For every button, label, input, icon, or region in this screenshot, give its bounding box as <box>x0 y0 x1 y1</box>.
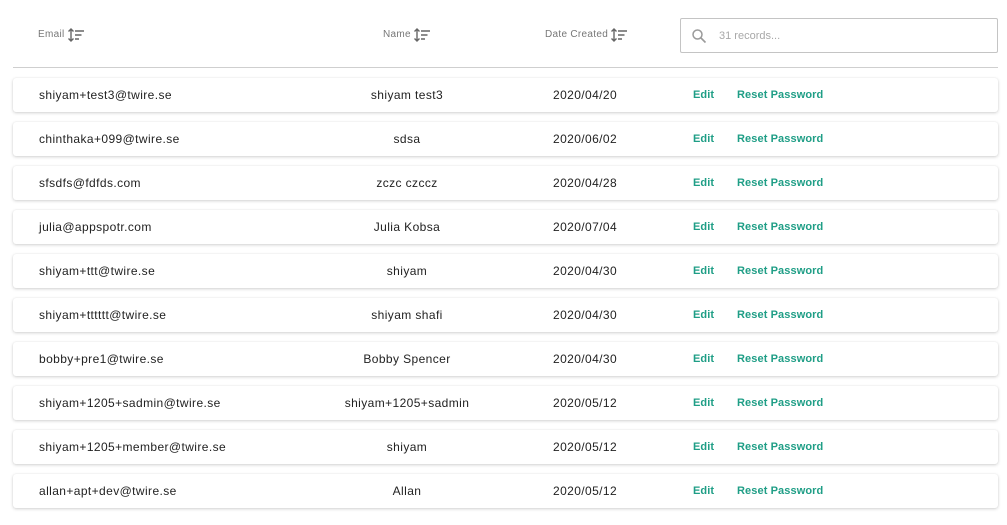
column-header-name[interactable]: Name <box>383 24 431 46</box>
cell-name: shiyam shafi <box>371 308 443 322</box>
cell-name: shiyam+1205+sadmin <box>344 396 470 410</box>
cell-date-created: 2020/05/12 <box>553 440 618 454</box>
edit-button[interactable]: Edit <box>693 166 714 200</box>
reset-password-button[interactable]: Reset Password <box>737 254 823 288</box>
table-row: shiyam+1205+member@twire.se shiyam 2020/05… <box>13 430 998 464</box>
table-row: bobby+pre1@twire.se Bobby Spencer 2020/04/… <box>13 342 998 376</box>
edit-button[interactable]: Edit <box>693 386 714 420</box>
cell-email: shiyam+tttttt@twire.se <box>39 308 167 322</box>
column-header-date-created-label: Date Created <box>545 29 609 40</box>
edit-button[interactable]: Edit <box>693 430 714 464</box>
cell-date-created: 2020/07/04 <box>553 220 618 234</box>
column-header-email[interactable]: Email <box>38 24 85 46</box>
table-row: sfsdfs@fdfds.com zczc czccz 2020/04/28 Edit… <box>13 166 998 200</box>
cell-name: shiyam <box>386 440 428 454</box>
reset-password-button[interactable]: Reset Password <box>737 474 823 508</box>
sort-icon[interactable] <box>413 27 431 43</box>
cell-email: shiyam+1205+member@twire.se <box>39 440 227 454</box>
sort-icon[interactable] <box>67 27 85 43</box>
edit-button[interactable]: Edit <box>693 342 714 376</box>
edit-button[interactable]: Edit <box>693 210 714 244</box>
cell-name: shiyam test3 <box>370 88 444 102</box>
cell-email: bobby+pre1@twire.se <box>39 352 164 366</box>
cell-email: allan+apt+dev@twire.se <box>39 484 177 498</box>
cell-date-created: 2020/05/12 <box>553 396 618 410</box>
column-header-date-created[interactable]: Date Created <box>545 24 628 46</box>
cell-email: shiyam+1205+sadmin@twire.se <box>39 396 221 410</box>
cell-name: Allan <box>392 484 422 498</box>
reset-password-button[interactable]: Reset Password <box>737 122 823 156</box>
cell-email: julia@appspotr.com <box>39 220 152 234</box>
cell-date-created: 2020/04/30 <box>553 264 618 278</box>
reset-password-button[interactable]: Reset Password <box>737 298 823 332</box>
table-header: Email Name Date Created <box>13 0 998 68</box>
search-input[interactable] <box>719 29 979 42</box>
column-header-name-label: Name <box>383 29 411 40</box>
reset-password-button[interactable]: Reset Password <box>737 386 823 420</box>
search-icon <box>691 28 707 44</box>
cell-name: shiyam <box>386 264 428 278</box>
edit-button[interactable]: Edit <box>693 78 714 112</box>
reset-password-button[interactable]: Reset Password <box>737 342 823 376</box>
table-row: shiyam+test3@twire.se shiyam test3 2020/04… <box>13 78 998 112</box>
table-row: allan+apt+dev@twire.se Allan 2020/05/12 Edi… <box>13 474 998 508</box>
cell-date-created: 2020/04/30 <box>553 308 618 322</box>
table-row: shiyam+ttt@twire.se shiyam 2020/04/30 Edit R… <box>13 254 998 288</box>
table-body: shiyam+test3@twire.se shiyam test3 2020/04… <box>13 78 998 518</box>
cell-email: shiyam+ttt@twire.se <box>39 264 156 278</box>
cell-date-created: 2020/04/30 <box>553 352 618 366</box>
edit-button[interactable]: Edit <box>693 298 714 332</box>
cell-email: sfsdfs@fdfds.com <box>39 176 141 190</box>
cell-name: Bobby Spencer <box>363 352 451 366</box>
cell-name: zczc czccz <box>376 176 438 190</box>
table-row: chinthaka+099@twire.se sdsa 2020/06/02 Edit… <box>13 122 998 156</box>
reset-password-button[interactable]: Reset Password <box>737 430 823 464</box>
table-row: shiyam+1205+sadmin@twire.se shiyam+1205+s… <box>13 386 998 420</box>
cell-email: shiyam+test3@twire.se <box>39 88 172 102</box>
cell-date-created: 2020/04/28 <box>553 176 618 190</box>
edit-button[interactable]: Edit <box>693 254 714 288</box>
search-box[interactable] <box>680 18 998 53</box>
column-header-email-label: Email <box>38 29 65 40</box>
edit-button[interactable]: Edit <box>693 474 714 508</box>
edit-button[interactable]: Edit <box>693 122 714 156</box>
reset-password-button[interactable]: Reset Password <box>737 78 823 112</box>
cell-email: chinthaka+099@twire.se <box>39 132 180 146</box>
cell-date-created: 2020/05/12 <box>553 484 618 498</box>
cell-date-created: 2020/04/20 <box>553 88 618 102</box>
sort-icon[interactable] <box>610 27 628 43</box>
table-row: shiyam+tttttt@twire.se shiyam shafi 2020/0… <box>13 298 998 332</box>
cell-date-created: 2020/06/02 <box>553 132 618 146</box>
reset-password-button[interactable]: Reset Password <box>737 166 823 200</box>
reset-password-button[interactable]: Reset Password <box>737 210 823 244</box>
users-table-page: Email Name Date Created 31 records... sh… <box>0 0 1007 525</box>
table-row: julia@appspotr.com Julia Kobsa 2020/07/04 E… <box>13 210 998 244</box>
cell-name: Julia Kobsa <box>373 220 441 234</box>
cell-name: sdsa <box>393 132 421 146</box>
